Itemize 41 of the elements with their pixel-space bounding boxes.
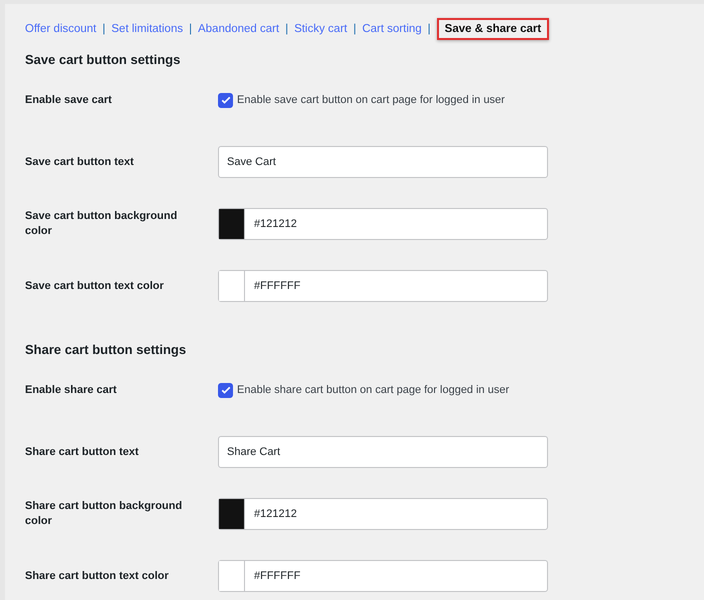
text-field[interactable]: Save Cart	[218, 146, 548, 178]
field-label: Enable share cart	[25, 382, 118, 398]
section-title: Share cart button settings	[25, 342, 188, 359]
field-label: Enable save cart	[25, 92, 113, 108]
tab-link[interactable]: Offer discount	[25, 20, 96, 38]
separator: |	[188, 23, 192, 35]
check-icon	[220, 384, 232, 396]
color-field[interactable]: #FFFFFF	[218, 560, 548, 592]
color-value: #121212	[253, 218, 297, 230]
color-value: #FFFFFF	[253, 280, 300, 292]
tab-link[interactable]: Save & share cart	[436, 18, 550, 40]
separator: |	[428, 23, 431, 35]
checkbox[interactable]	[218, 92, 233, 108]
field-label: Share cart button background color	[25, 499, 184, 529]
text-field[interactable]: Share Cart	[218, 436, 548, 468]
field-label: Save cart button text color	[25, 278, 165, 294]
tab-link[interactable]: Abandoned cart	[198, 20, 280, 38]
section-title: Save cart button settings	[25, 52, 182, 69]
separator: |	[102, 23, 106, 35]
color-field[interactable]: #FFFFFF	[218, 270, 548, 302]
separator: |	[353, 23, 356, 35]
color-swatch[interactable]	[219, 271, 245, 301]
tab-link[interactable]: Sticky cart	[294, 20, 348, 38]
checkbox-label: Enable share cart button on cart page for logged in user	[237, 384, 510, 396]
tab-link[interactable]: Set limitations	[111, 20, 183, 38]
field-label: Share cart button text color	[25, 568, 170, 584]
checkbox[interactable]	[218, 382, 233, 398]
tab-link[interactable]: Cart sorting	[362, 20, 422, 38]
color-value: #FFFFFF	[253, 570, 300, 582]
field-label: Save cart button background color	[25, 209, 178, 239]
color-swatch[interactable]	[219, 209, 245, 239]
color-value: #121212	[253, 508, 297, 520]
color-field[interactable]: #121212	[218, 208, 548, 240]
field-label: Save cart button text	[25, 154, 135, 170]
separator: |	[285, 23, 288, 35]
checkbox-label: Enable save cart button on cart page for logged in user	[237, 94, 505, 106]
check-icon	[220, 94, 232, 106]
color-field[interactable]: #121212	[218, 498, 548, 530]
field-label: Share cart button text	[25, 444, 140, 460]
color-swatch[interactable]	[219, 561, 245, 591]
color-swatch[interactable]	[219, 499, 245, 529]
